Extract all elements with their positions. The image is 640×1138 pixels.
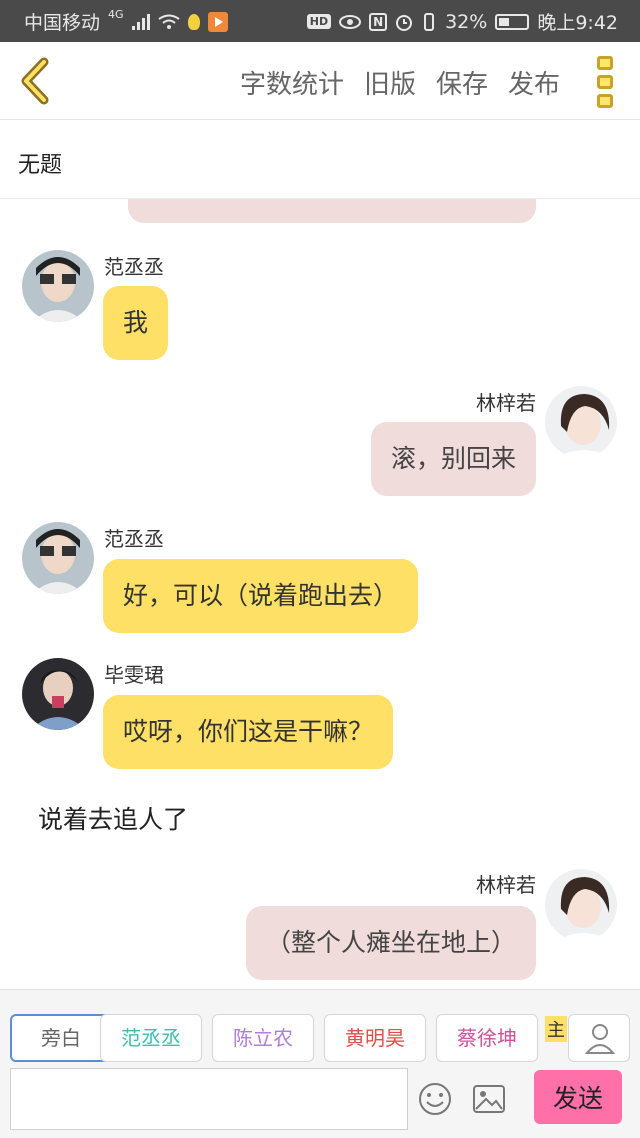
avatar[interactable] bbox=[22, 522, 94, 594]
chat-area[interactable]: 范丞丞 我 林梓若 滚，别回来 范丞丞 好，可以（说着跑出去） 毕雯珺 哎呀，你… bbox=[0, 199, 640, 989]
message-bubble[interactable]: 好，可以（说着跑出去） bbox=[103, 559, 419, 633]
character-chip[interactable]: 陈立农 bbox=[212, 1014, 314, 1062]
sender-name: 毕雯珺 bbox=[104, 663, 164, 687]
more-menu-icon[interactable] bbox=[594, 56, 616, 108]
vibrate-icon bbox=[424, 12, 435, 31]
save-button[interactable]: 保存 bbox=[436, 64, 488, 101]
carrier-label: 中国移动 bbox=[24, 12, 101, 34]
story-title-bar[interactable]: 无题 bbox=[0, 121, 640, 199]
message-bubble[interactable]: 滚，别回来 bbox=[370, 422, 536, 496]
status-bar: 中国移动 4G HD N 32% 晚上9:42 bbox=[0, 0, 640, 42]
network-label: 4G bbox=[108, 8, 124, 21]
message-bubble[interactable]: （整个人瘫坐在地上） bbox=[245, 906, 536, 980]
old-version-button[interactable]: 旧版 bbox=[364, 64, 416, 101]
compose-toolbar: 旁白 范丞丞 陈立农 黄明昊 蔡徐坤 主 发送 bbox=[0, 989, 640, 1138]
alarm-icon bbox=[396, 14, 413, 31]
message-input[interactable] bbox=[10, 1068, 408, 1130]
avatar[interactable] bbox=[22, 658, 94, 730]
character-chip-narrator[interactable]: 旁白 bbox=[10, 1014, 112, 1062]
back-arrow-icon[interactable] bbox=[14, 56, 58, 106]
story-title: 无题 bbox=[18, 153, 63, 178]
character-chip[interactable]: 范丞丞 bbox=[100, 1014, 202, 1062]
avatar[interactable] bbox=[545, 386, 617, 458]
nfc-icon: N bbox=[369, 12, 388, 31]
sender-name: 林梓若 bbox=[476, 873, 536, 897]
avatar[interactable] bbox=[22, 250, 94, 322]
message-bubble[interactable]: 我 bbox=[103, 286, 169, 360]
sender-name: 范丞丞 bbox=[104, 255, 164, 279]
eye-icon bbox=[339, 14, 362, 29]
sender-name: 范丞丞 bbox=[104, 527, 164, 551]
message-bubble-partial bbox=[128, 199, 536, 223]
send-button[interactable]: 发送 bbox=[534, 1070, 622, 1124]
character-chip[interactable]: 黄明昊 bbox=[324, 1014, 426, 1062]
narration-text[interactable]: 说着去追人了 bbox=[38, 800, 188, 836]
hd-icon: HD bbox=[306, 14, 332, 29]
word-count-button[interactable]: 字数统计 bbox=[240, 64, 344, 101]
video-app-icon bbox=[207, 11, 228, 32]
signal-icon bbox=[131, 13, 150, 30]
battery-icon bbox=[495, 13, 530, 30]
avatar[interactable] bbox=[545, 869, 617, 941]
person-icon bbox=[584, 1024, 616, 1054]
main-character-tag: 主 bbox=[545, 1016, 567, 1042]
character-chip[interactable]: 蔡徐坤 bbox=[436, 1014, 538, 1062]
character-manage-button[interactable] bbox=[568, 1014, 630, 1062]
wifi-icon bbox=[157, 14, 180, 29]
battery-percent: 32% bbox=[445, 10, 488, 33]
clock: 晚上9:42 bbox=[537, 12, 618, 34]
bulb-icon bbox=[187, 13, 200, 30]
sender-name: 林梓若 bbox=[476, 391, 536, 415]
emoji-icon[interactable] bbox=[418, 1082, 452, 1116]
message-bubble[interactable]: 哎呀，你们这是干嘛？ bbox=[103, 695, 394, 769]
top-toolbar: 字数统计 旧版 保存 发布 bbox=[0, 42, 640, 120]
image-icon[interactable] bbox=[472, 1084, 506, 1114]
publish-button[interactable]: 发布 bbox=[508, 64, 560, 101]
